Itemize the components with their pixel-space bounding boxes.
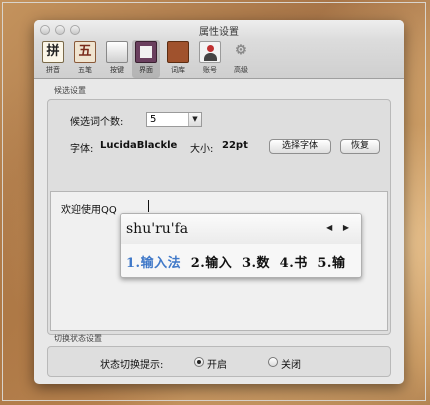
tab-label: 账号 [203, 66, 217, 74]
pinyin-icon: 拼 [42, 41, 64, 63]
tab-label: 词库 [171, 66, 185, 74]
tab-account[interactable]: 账号 [196, 40, 224, 78]
preview-text: 欢迎使用QQ [61, 205, 117, 216]
interface-icon [135, 41, 157, 63]
tab-advanced[interactable]: ⚙ 高级 [227, 40, 255, 78]
tab-label: 界面 [139, 66, 153, 74]
size-value: 22pt [222, 140, 248, 151]
account-icon [199, 41, 221, 63]
status-group-box: 状态切换提示: 开启 关闭 [47, 346, 391, 377]
text-caret [148, 200, 149, 212]
status-group-title: 切换状态设置 [54, 334, 102, 343]
status-hint-label: 状态切换提示: [100, 360, 164, 371]
tab-pinyin[interactable]: 拼 拼音 [39, 40, 67, 78]
candidate-item[interactable]: 1.输入法 [126, 256, 181, 271]
status-on-radio[interactable] [194, 357, 204, 367]
tab-keys[interactable]: 按键 [103, 40, 131, 78]
ime-candidate-window: shu'ru'fa ◀ ▶ 1.输入法 2.输入 3.数 4.书 5.输 [120, 213, 362, 278]
ime-page-nav: ◀ ▶ [318, 223, 349, 232]
tab-label: 五笔 [78, 66, 92, 74]
restore-button[interactable]: 恢复 [340, 139, 380, 154]
font-label: 字体: [70, 144, 94, 155]
candidate-count-label: 候选词个数: [70, 117, 124, 128]
page-next-icon[interactable]: ▶ [343, 223, 349, 232]
page-prev-icon[interactable]: ◀ [326, 223, 332, 232]
tab-wubi[interactable]: 五 五笔 [71, 40, 99, 78]
candidate-item[interactable]: 2.输入 [191, 256, 233, 271]
keys-icon [106, 41, 128, 63]
font-value: LucidaBlackle [100, 140, 178, 151]
status-off-radio[interactable] [268, 357, 278, 367]
interface-settings-pane: 候选设置 候选词个数: 5 ▼ 字体: LucidaBlackle 大小: 22… [34, 79, 404, 384]
tab-label: 高级 [234, 66, 248, 74]
tab-interface[interactable]: 界面 [132, 40, 160, 78]
tab-dictionary[interactable]: 词库 [164, 40, 192, 78]
title-bar: 属性设置 [34, 20, 404, 40]
preferences-window: 属性设置 拼 拼音 五 五笔 按键 界面 词库 账号 ⚙ 高级 候选设置 候选词… [34, 20, 404, 384]
candidate-count-select[interactable]: 5 ▼ [146, 112, 202, 127]
candidate-count-value: 5 [150, 114, 157, 125]
tab-label: 拼音 [46, 66, 60, 74]
choose-font-button[interactable]: 选择字体 [269, 139, 331, 154]
gear-icon: ⚙ [235, 43, 247, 58]
candidate-item[interactable]: 4.书 [280, 256, 308, 271]
status-on-label[interactable]: 开启 [207, 356, 227, 371]
ime-composition-bar: shu'ru'fa ◀ ▶ [121, 214, 361, 244]
wubi-icon: 五 [74, 41, 96, 63]
chevron-down-icon: ▼ [188, 113, 201, 126]
preferences-toolbar: 拼 拼音 五 五笔 按键 界面 词库 账号 ⚙ 高级 [34, 40, 404, 79]
tab-label: 按键 [110, 66, 124, 74]
candidates-group-title: 候选设置 [54, 86, 86, 95]
ime-pinyin: shu'ru'fa [126, 221, 189, 237]
window-title: 属性设置 [199, 27, 239, 38]
size-label: 大小: [190, 144, 214, 155]
candidate-item[interactable]: 5.输 [317, 256, 345, 271]
candidate-item[interactable]: 3.数 [242, 256, 270, 271]
status-off-label[interactable]: 关闭 [281, 356, 301, 371]
dictionary-icon [167, 41, 189, 63]
ime-candidate-list: 1.输入法 2.输入 3.数 4.书 5.输 [126, 252, 350, 271]
